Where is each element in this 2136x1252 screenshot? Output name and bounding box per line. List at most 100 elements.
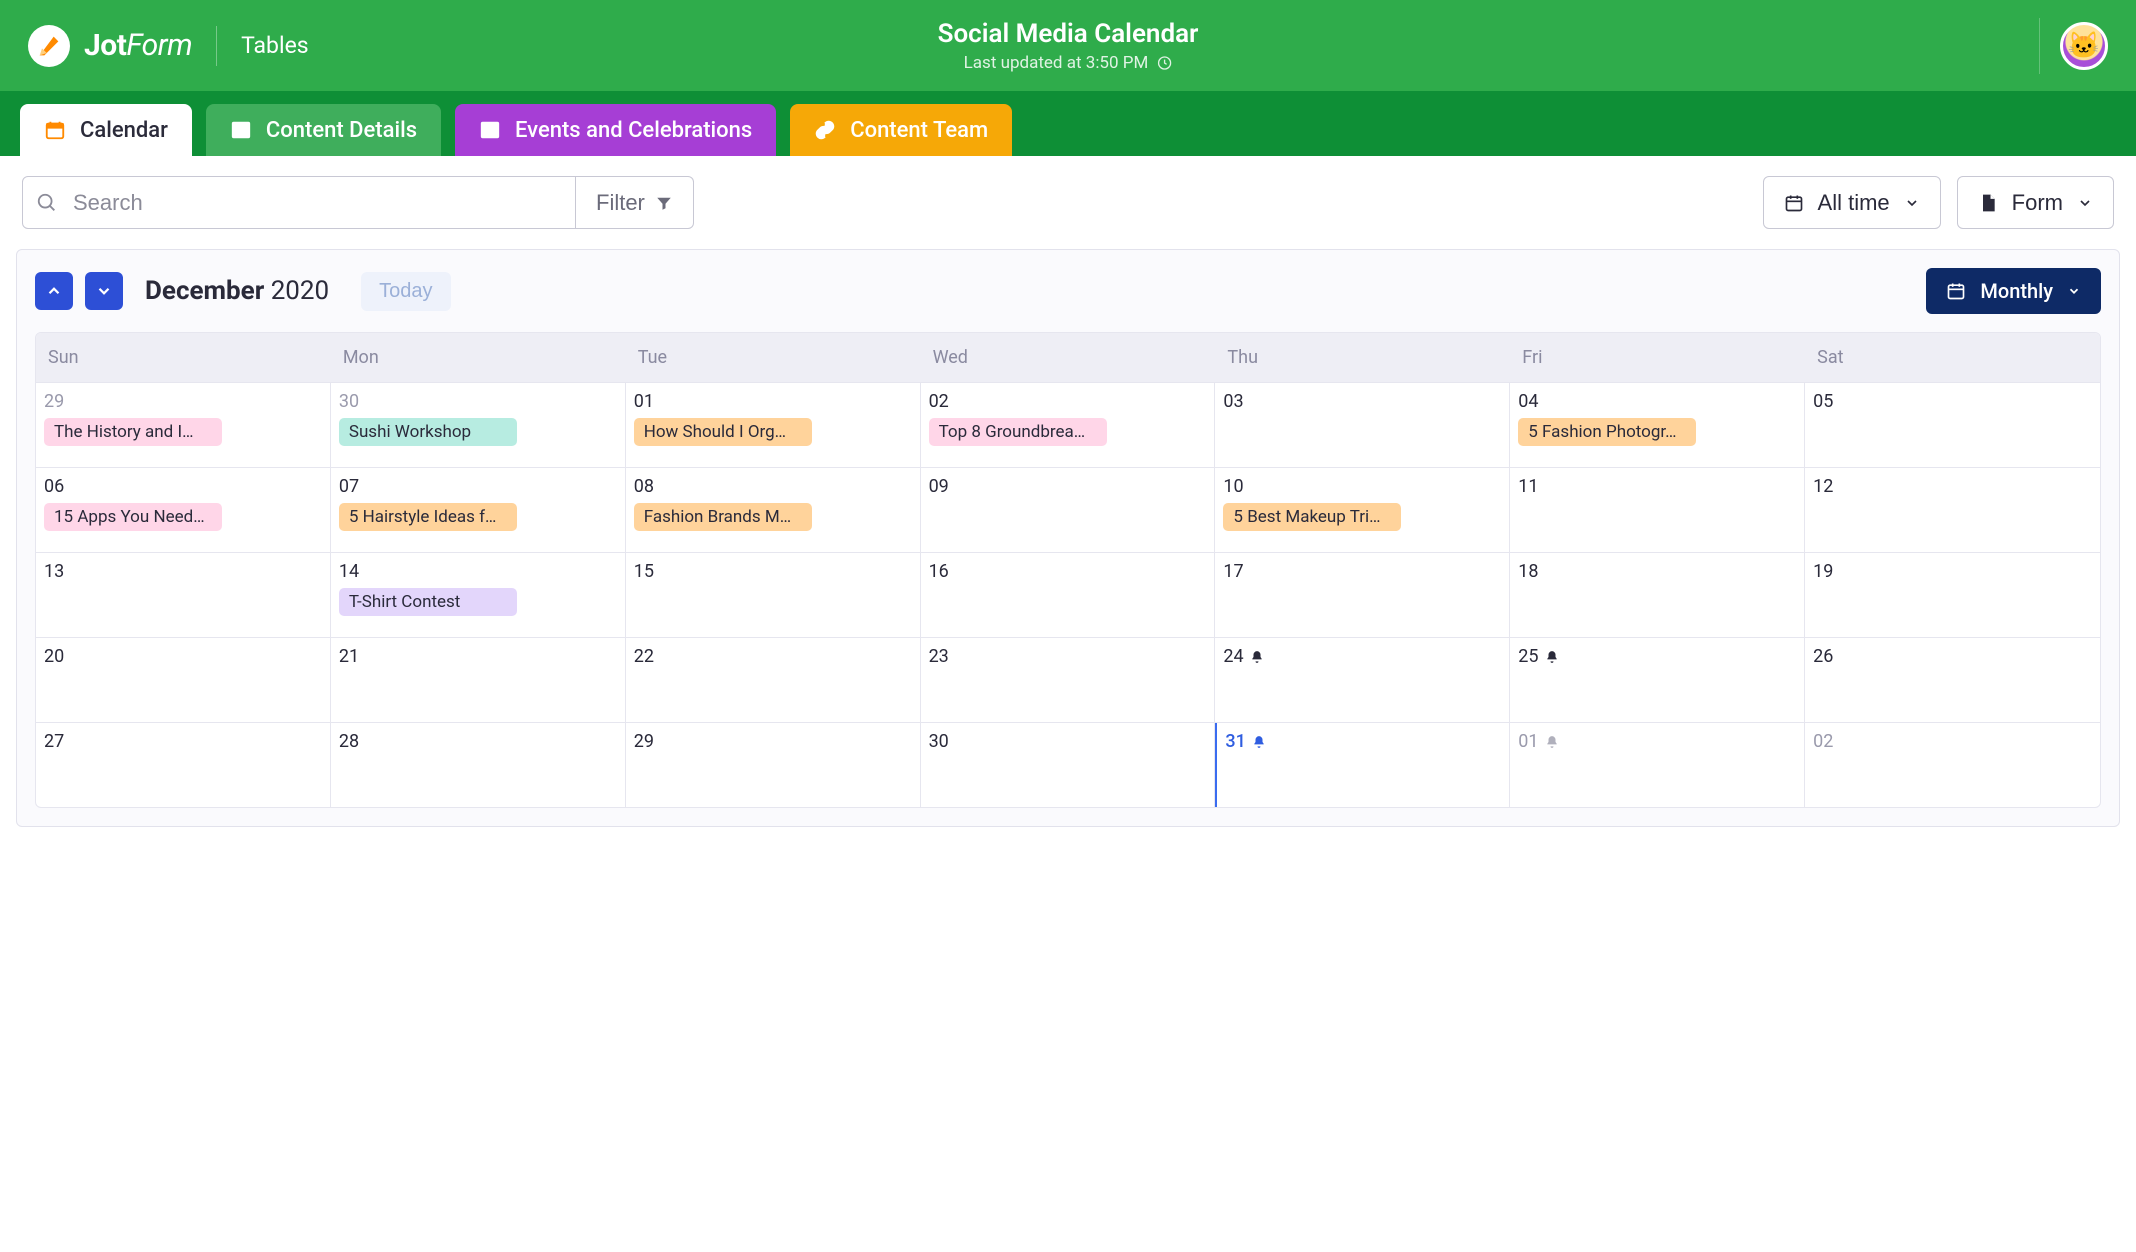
- calendar-day[interactable]: 14 T-Shirt Contest: [331, 553, 626, 637]
- logo-block[interactable]: JotForm: [28, 25, 192, 67]
- day-number: 15: [634, 561, 912, 582]
- search-input[interactable]: [22, 176, 576, 229]
- bell-icon: [1250, 650, 1264, 664]
- day-number: 09: [929, 476, 1207, 497]
- bell-icon: [1252, 735, 1266, 749]
- calendar-day[interactable]: 15: [626, 553, 921, 637]
- calendar-day[interactable]: 10 5 Best Makeup Tri…: [1215, 468, 1510, 552]
- calendar-day[interactable]: 06 15 Apps You Need…: [36, 468, 331, 552]
- day-number: 18: [1518, 561, 1796, 582]
- calendar-day[interactable]: 28: [331, 723, 626, 807]
- day-number: 17: [1223, 561, 1501, 582]
- calendar-day[interactable]: 29The History and I…: [36, 383, 331, 467]
- calendar-event[interactable]: 5 Fashion Photogr…: [1518, 418, 1696, 446]
- calendar-day[interactable]: 19: [1805, 553, 2100, 637]
- calendar-day[interactable]: 26: [1805, 638, 2100, 722]
- calendar-day[interactable]: 05: [1805, 383, 2100, 467]
- tab-events[interactable]: Events and Celebrations: [455, 104, 776, 156]
- calendar-day[interactable]: 16: [921, 553, 1216, 637]
- calendar-day[interactable]: 25: [1510, 638, 1805, 722]
- calendar-day[interactable]: 09: [921, 468, 1216, 552]
- day-number: 21: [339, 646, 617, 667]
- day-number: 07: [339, 476, 617, 497]
- calendar-day[interactable]: 01: [1510, 723, 1805, 807]
- calendar-day[interactable]: 17: [1215, 553, 1510, 637]
- calendar-day[interactable]: 23: [921, 638, 1216, 722]
- calendar-event[interactable]: 5 Best Makeup Tri…: [1223, 503, 1401, 531]
- day-number: 08: [634, 476, 912, 497]
- calendar-weeks: 29The History and I…30Sushi Workshop01Ho…: [36, 382, 2100, 807]
- link-icon: [814, 119, 836, 141]
- day-number: 30: [339, 391, 617, 412]
- calendar-week: 27 28 29 30 31 0102: [36, 722, 2100, 807]
- day-number: 25: [1518, 646, 1796, 667]
- filter-button[interactable]: Filter: [576, 176, 694, 229]
- calendar-toolbar: December 2020 Today Monthly: [35, 268, 2101, 314]
- calendar-event[interactable]: The History and I…: [44, 418, 222, 446]
- calendar-day[interactable]: 02: [1805, 723, 2100, 807]
- day-number: 28: [339, 731, 617, 752]
- tab-calendar[interactable]: Calendar: [20, 104, 192, 156]
- calendar-grid-icon: [1784, 193, 1804, 213]
- calendar-day[interactable]: 20: [36, 638, 331, 722]
- calendar-day[interactable]: 01 How Should I Org…: [626, 383, 921, 467]
- dow-label: Tue: [626, 333, 921, 382]
- calendar-day[interactable]: 11: [1510, 468, 1805, 552]
- day-number: 10: [1223, 476, 1501, 497]
- day-number: 05: [1813, 391, 2092, 412]
- calendar-event[interactable]: T-Shirt Contest: [339, 588, 517, 616]
- section-label[interactable]: Tables: [241, 32, 309, 59]
- next-month-button[interactable]: [85, 272, 123, 310]
- dow-header: SunMonTueWedThuFriSat: [36, 333, 2100, 382]
- calendar-day[interactable]: 29: [626, 723, 921, 807]
- calendar-event[interactable]: Sushi Workshop: [339, 418, 517, 446]
- page-title[interactable]: Social Media Calendar: [938, 19, 1199, 49]
- calendar-day[interactable]: 07 5 Hairstyle Ideas f…: [331, 468, 626, 552]
- day-number: 06: [44, 476, 322, 497]
- calendar-day[interactable]: 22: [626, 638, 921, 722]
- toolbar: Filter All time Form: [0, 156, 2136, 249]
- today-button[interactable]: Today: [361, 272, 450, 311]
- dow-label: Fri: [1510, 333, 1805, 382]
- prev-month-button[interactable]: [35, 272, 73, 310]
- calendar-day[interactable]: 04 5 Fashion Photogr…: [1510, 383, 1805, 467]
- bell-icon: [1545, 735, 1559, 749]
- calendar-day[interactable]: 31: [1215, 723, 1510, 807]
- calendar-week: 13 14 T-Shirt Contest 15 16 17 18 19: [36, 552, 2100, 637]
- tab-content-team[interactable]: Content Team: [790, 104, 1012, 156]
- calendar-day[interactable]: 30 Sushi Workshop: [331, 383, 626, 467]
- day-number: 01: [634, 391, 912, 412]
- calendar-day[interactable]: 08 Fashion Brands M…: [626, 468, 921, 552]
- calendar-event[interactable]: How Should I Org…: [634, 418, 812, 446]
- view-mode-button[interactable]: Monthly: [1926, 268, 2101, 314]
- day-number: 31: [1225, 731, 1501, 752]
- filter-icon: [655, 194, 673, 212]
- form-button[interactable]: Form: [1957, 176, 2114, 229]
- calendar-icon: [44, 119, 66, 141]
- avatar[interactable]: [2060, 22, 2108, 70]
- calendar-day[interactable]: 24: [1215, 638, 1510, 722]
- calendar-day[interactable]: 30: [921, 723, 1216, 807]
- calendar-event[interactable]: Top 8 Groundbrea…: [929, 418, 1107, 446]
- calendar-day[interactable]: 13: [36, 553, 331, 637]
- calendar-day[interactable]: 02Top 8 Groundbrea…: [921, 383, 1216, 467]
- calendar-day[interactable]: 27: [36, 723, 331, 807]
- day-number: 14: [339, 561, 617, 582]
- calendar-day[interactable]: 03: [1215, 383, 1510, 467]
- calendar-event[interactable]: 5 Hairstyle Ideas f…: [339, 503, 517, 531]
- calendar-day[interactable]: 18: [1510, 553, 1805, 637]
- logo-icon: [28, 25, 70, 67]
- calendar-event[interactable]: Fashion Brands M…: [634, 503, 812, 531]
- day-number: 04: [1518, 391, 1796, 412]
- month-label: December 2020: [145, 276, 329, 306]
- calendar-icon: [1946, 281, 1966, 301]
- calendar-day[interactable]: 21: [331, 638, 626, 722]
- day-number: 30: [929, 731, 1207, 752]
- day-number: 27: [44, 731, 322, 752]
- calendar-week: 20 21 222324 25 26: [36, 637, 2100, 722]
- calendar-event[interactable]: 15 Apps You Need…: [44, 503, 222, 531]
- calendar-day[interactable]: 12: [1805, 468, 2100, 552]
- date-range-button[interactable]: All time: [1763, 176, 1941, 229]
- tab-content-details[interactable]: Content Details: [206, 104, 441, 156]
- chevron-down-icon: [1904, 195, 1920, 211]
